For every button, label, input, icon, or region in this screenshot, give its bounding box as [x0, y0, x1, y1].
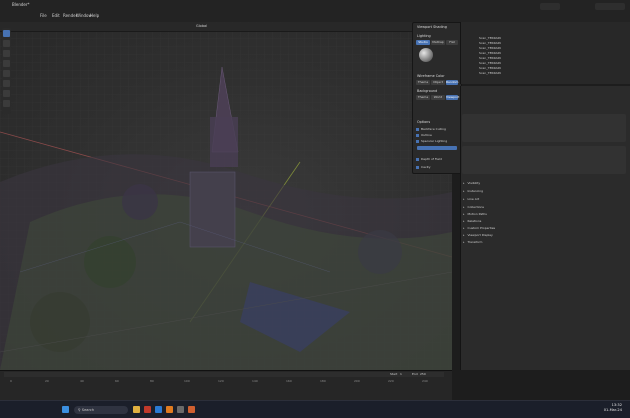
section-viewport-display[interactable]: Viewport Display	[463, 233, 493, 239]
properties-field-block[interactable]	[462, 146, 626, 174]
outliner-row[interactable]: Scan_TERRAIN	[479, 61, 501, 65]
lighting-flat[interactable]: Flat	[446, 40, 458, 45]
outliner[interactable]: Scan_TERRAIN Scan_TERRAIN Scan_TERRAIN S…	[460, 22, 630, 84]
outliner-row[interactable]: Scan_TERRAIN	[479, 71, 501, 75]
bg-viewport[interactable]: Viewport	[446, 95, 459, 100]
timeline-tick: 60	[115, 379, 119, 383]
tree	[122, 184, 158, 220]
bg-theme[interactable]: Theme	[416, 95, 430, 100]
cavity-checkbox[interactable]: Cavity	[416, 165, 431, 169]
select-tool-icon[interactable]	[3, 30, 10, 37]
timeline-tick: 120	[218, 379, 224, 383]
tree	[30, 292, 90, 352]
section-line-art[interactable]: Line Art	[463, 197, 480, 203]
bg-world[interactable]: World	[431, 95, 445, 100]
viewport-shading-popover: Viewport Shading Lighting Studio MatCap …	[412, 22, 462, 174]
timeline-tick: 0	[10, 379, 12, 383]
section-instancing[interactable]: Instancing	[463, 189, 484, 195]
file-explorer-icon[interactable]	[133, 406, 140, 413]
menu-file[interactable]: File	[40, 13, 47, 19]
timeline-tick: 240	[422, 379, 428, 383]
tower-body	[189, 171, 236, 248]
timeline-tick: 220	[388, 379, 394, 383]
cursor-tool-icon[interactable]	[3, 40, 10, 47]
dof-checkbox[interactable]: Depth of Field	[416, 157, 442, 161]
move-tool-icon[interactable]	[3, 50, 10, 57]
search-icon: ⚲	[78, 408, 81, 412]
lighting-matcap[interactable]: MatCap	[431, 40, 445, 45]
annotate-tool-icon[interactable]	[3, 90, 10, 97]
rotate-tool-icon[interactable]	[3, 60, 10, 67]
color-random[interactable]: Random	[446, 80, 458, 85]
timeline-tick: 180	[320, 379, 326, 383]
section-transform[interactable]: Transform	[463, 240, 483, 246]
timeline-tick: 140	[252, 379, 258, 383]
browser-icon[interactable]	[155, 406, 162, 413]
background-label: Background	[417, 89, 438, 93]
section-relations[interactable]: Relations	[463, 219, 482, 225]
blender-icon[interactable]	[166, 406, 173, 413]
end-label: End	[412, 372, 418, 376]
popover-title: Viewport Shading	[417, 25, 447, 29]
tree	[358, 230, 402, 274]
lighting-label: Lighting	[417, 34, 431, 38]
timeline-tick: 40	[80, 379, 84, 383]
top-bar	[0, 0, 630, 23]
tool-shelf	[2, 28, 11, 114]
search-placeholder: Search	[81, 408, 95, 412]
app-icon[interactable]	[177, 406, 184, 413]
timeline-tick: 80	[150, 379, 154, 383]
start-icon[interactable]	[62, 406, 69, 413]
clock-date: 01-Mar-24	[603, 408, 622, 412]
start-frame[interactable]: 1	[400, 372, 402, 376]
timeline-tick: 200	[354, 379, 360, 383]
lighting-studio[interactable]: Studio	[416, 40, 430, 45]
options-label: Options	[417, 120, 431, 124]
viewport-header	[0, 22, 452, 32]
menu-edit[interactable]: Edit	[52, 13, 60, 19]
timeline-tick: 100	[184, 379, 190, 383]
wire-color-label: Wireframe Color	[417, 74, 445, 78]
section-visibility[interactable]: Visibility	[463, 181, 481, 187]
outliner-row[interactable]: Scan_TERRAIN	[479, 56, 501, 60]
app-icon[interactable]	[144, 406, 151, 413]
scale-tool-icon[interactable]	[3, 70, 10, 77]
app-title: Blender*	[12, 2, 30, 7]
backface-culling-checkbox[interactable]: Backface Culling	[416, 127, 446, 131]
timeline-tick: 160	[286, 379, 292, 383]
outliner-row[interactable]: Scan_TERRAIN	[479, 41, 501, 45]
outliner-row[interactable]: Scan_TERRAIN	[479, 36, 501, 40]
outline-checkbox[interactable]: Outline	[416, 133, 432, 137]
matcap-sphere-icon[interactable]	[419, 48, 433, 62]
outliner-row[interactable]: Scan_TERRAIN	[479, 66, 501, 70]
start-label: Start	[390, 372, 398, 376]
measure-tool-icon[interactable]	[3, 100, 10, 107]
color-object[interactable]: Object	[431, 80, 445, 85]
scene-selector[interactable]	[540, 3, 560, 10]
section-collections[interactable]: Collections	[463, 205, 484, 211]
menu-help[interactable]: Help	[90, 13, 99, 19]
search-input[interactable]: ⚲ Search	[74, 406, 128, 414]
properties-field-block[interactable]	[462, 114, 626, 142]
specular-checkbox[interactable]: Specular Lighting	[416, 139, 447, 143]
outliner-row[interactable]: Scan_TERRAIN	[479, 51, 501, 55]
transform-tool-icon[interactable]	[3, 80, 10, 87]
3d-viewport[interactable]	[0, 22, 452, 370]
outliner-row[interactable]: Scan_TERRAIN	[479, 46, 501, 50]
timeline-tick: 20	[45, 379, 49, 383]
view-layer-selector[interactable]	[595, 3, 625, 10]
end-frame[interactable]: 250	[420, 372, 426, 376]
taskbar-clock[interactable]: 13:32 01-Mar-24	[604, 403, 622, 413]
transform-orientation[interactable]: Global	[196, 24, 207, 28]
color-theme[interactable]: Theme	[416, 80, 430, 85]
section-motion-paths[interactable]: Motion Paths	[463, 212, 487, 218]
app-icon[interactable]	[188, 406, 195, 413]
specular-slider[interactable]	[417, 146, 457, 150]
playback-controls[interactable]	[4, 372, 444, 377]
section-custom-properties[interactable]: Custom Properties	[463, 226, 496, 232]
scene-render	[0, 22, 452, 370]
